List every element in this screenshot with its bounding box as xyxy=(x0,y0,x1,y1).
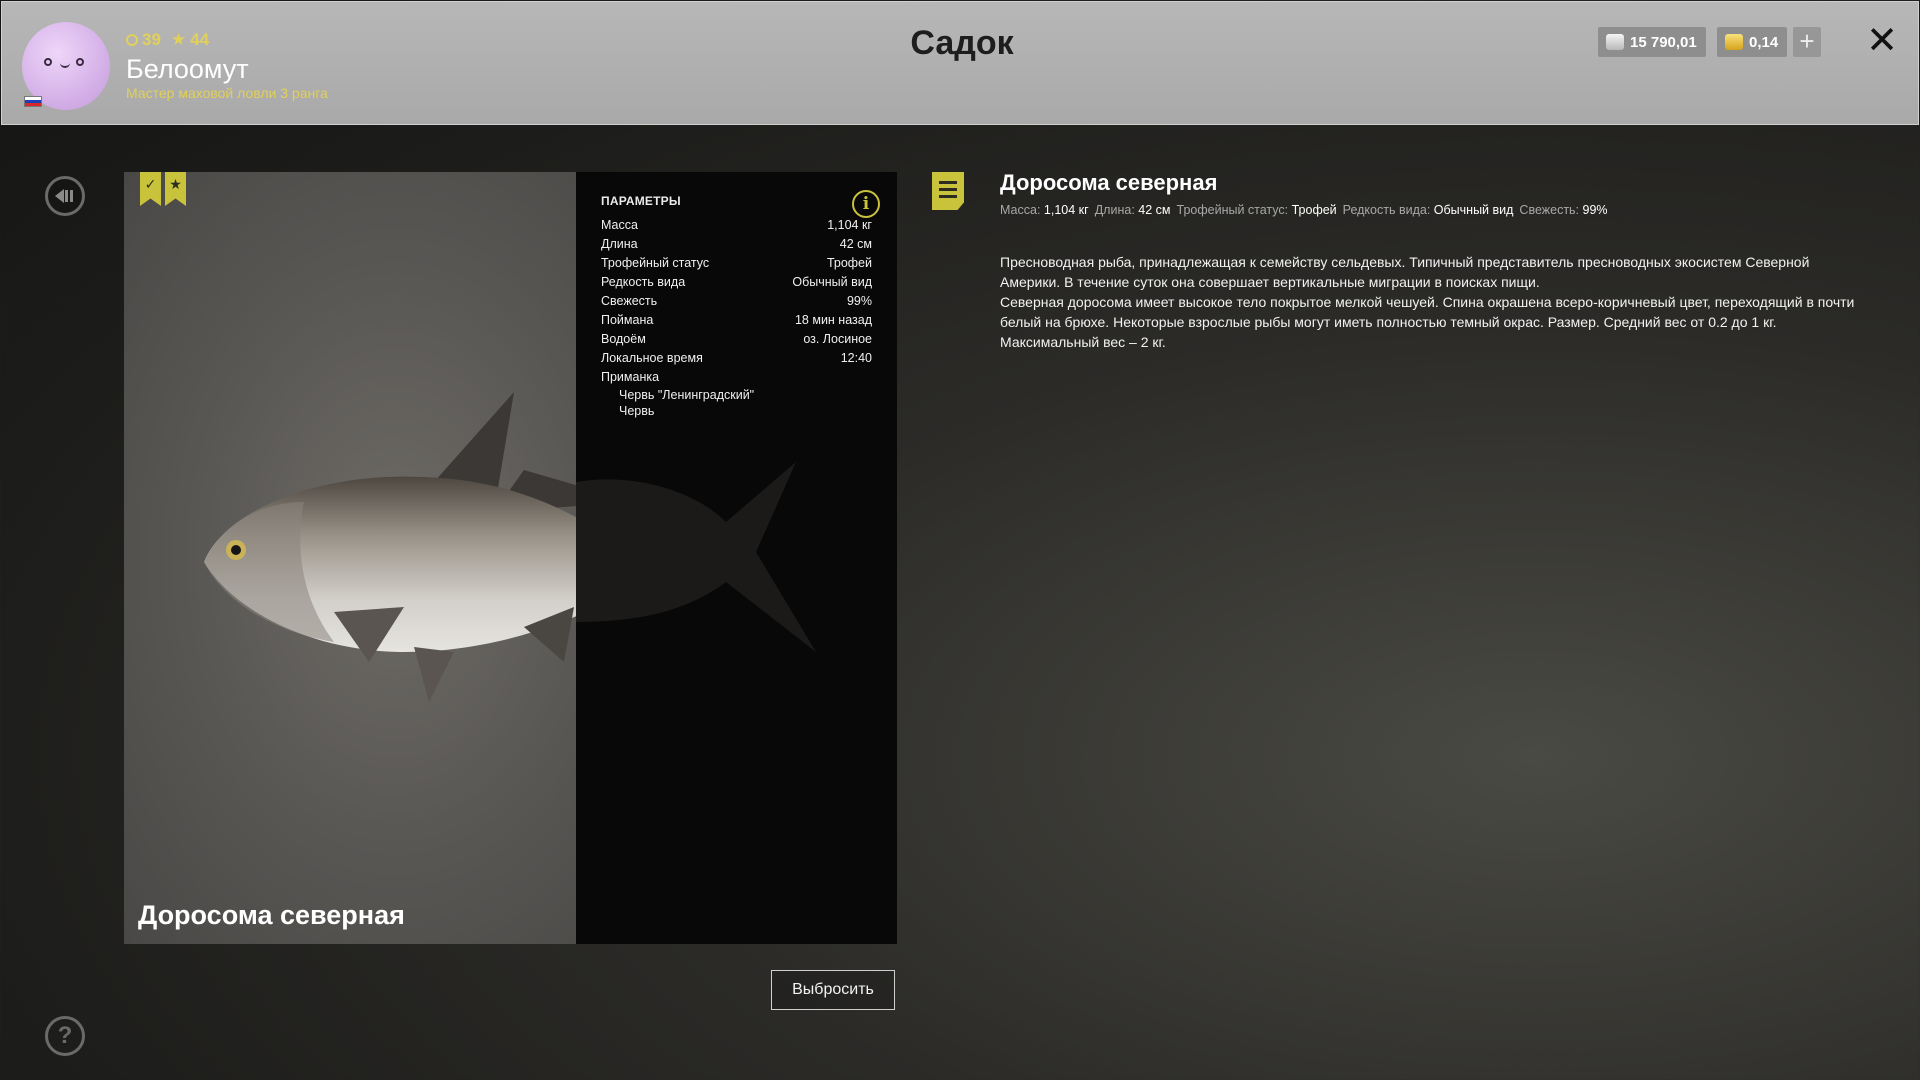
meta-item: Длина: 42 см xyxy=(1095,203,1171,217)
description-text: Пресноводная рыба, принадлежащая к семей… xyxy=(1000,252,1870,352)
back-arrow-icon xyxy=(55,189,73,203)
note-icon xyxy=(932,172,964,210)
param-value: 18 мин назад xyxy=(794,313,872,327)
param-value: 99% xyxy=(846,294,872,308)
back-button[interactable] xyxy=(45,176,85,216)
meta-item: Свежесть: 99% xyxy=(1519,203,1607,217)
meta-item: Масса: 1,104 кг xyxy=(1000,203,1089,217)
meta-item: Трофейный статус: Трофей xyxy=(1177,203,1337,217)
description-meta: Масса: 1,104 кг Длина: 42 см Трофейный ста… xyxy=(1000,203,1614,217)
meta-label: Свежесть: xyxy=(1519,203,1580,217)
param-value: Трофей xyxy=(826,256,872,270)
fish-image: ✓ ★ Доросома северная xyxy=(124,172,576,944)
param-label: Поймана xyxy=(601,313,654,327)
top-bar: 39 ★ 44 Белоомут Мастер маховой ловли 3 … xyxy=(1,1,1919,125)
param-row: Локальное время 12:40 xyxy=(601,349,872,368)
params-panel: ПАРАМЕТРЫ i Масса 1,104 кг Длина 42 см Трофе… xyxy=(576,172,897,944)
meta-value: Обычный вид xyxy=(1433,203,1514,217)
meta-value: 42 см xyxy=(1138,203,1171,217)
param-row: Водоём оз. Лосиное xyxy=(601,330,872,349)
param-label: Свежесть xyxy=(601,294,658,308)
discard-button[interactable]: Выбросить xyxy=(771,970,895,1010)
description-paragraph: Пресноводная рыба, принадлежащая к семей… xyxy=(1000,254,1810,290)
checkmark-badge-icon: ✓ xyxy=(140,172,161,206)
description-title: Доросома северная xyxy=(1000,170,1218,195)
bait-item: Червь xyxy=(619,404,655,418)
param-row: Масса 1,104 кг xyxy=(601,216,872,235)
param-label: Локальное время xyxy=(601,351,703,365)
param-value: оз. Лосиное xyxy=(803,332,872,346)
meta-value: 99% xyxy=(1582,203,1608,217)
param-value: Обычный вид xyxy=(792,275,872,289)
fish-card: ✓ ★ Доросома северная ПАРАМЕТРЫ i Масса 1… xyxy=(124,172,897,944)
player-title: Мастер маховой ловли 3 ранга xyxy=(126,85,328,101)
param-row: Свежесть 99% xyxy=(601,292,872,311)
info-icon[interactable]: i xyxy=(852,190,880,218)
fish-name: Доросома северная xyxy=(138,900,405,930)
silver-coin-icon xyxy=(1606,34,1624,50)
bait-label: Приманка xyxy=(601,370,660,384)
silver-balance[interactable]: 15 790,01 xyxy=(1598,27,1706,57)
description-paragraph: Северная доросома имеет высокое тело пок… xyxy=(1000,294,1855,350)
gold-balance[interactable]: 0,14 xyxy=(1717,27,1787,57)
help-button[interactable]: ? xyxy=(45,1016,85,1056)
meta-label: Трофейный статус: xyxy=(1176,203,1289,217)
add-currency-button[interactable]: + xyxy=(1793,27,1821,57)
params-title: ПАРАМЕТРЫ xyxy=(601,194,681,208)
meta-value: 1,104 кг xyxy=(1043,203,1089,217)
param-value: 12:40 xyxy=(840,351,872,365)
param-value: 1,104 кг xyxy=(827,218,872,232)
russia-flag-icon xyxy=(24,96,42,107)
star-badge-icon: ★ xyxy=(165,172,186,206)
param-row: Поймана 18 мин назад xyxy=(601,311,872,330)
fish-illustration xyxy=(204,392,576,702)
param-label: Водоём xyxy=(601,332,646,346)
badges: ✓ ★ xyxy=(140,172,186,206)
bait-list: Червь "Ленинградский" Червь xyxy=(601,387,872,419)
param-row: Трофейный статус Трофей xyxy=(601,254,872,273)
gold-coin-icon xyxy=(1725,34,1743,50)
param-value: 42 см xyxy=(839,237,872,251)
meta-item: Редкость вида: Обычный вид xyxy=(1343,203,1514,217)
close-button[interactable]: ✕ xyxy=(1864,22,1900,60)
param-label: Редкость вида xyxy=(601,275,686,289)
fish-tail-shadow xyxy=(576,462,816,652)
param-row: Редкость вида Обычный вид xyxy=(601,273,872,292)
meta-value: Трофей xyxy=(1291,203,1337,217)
meta-label: Длина: xyxy=(1094,203,1135,217)
param-row: Длина 42 см xyxy=(601,235,872,254)
param-label: Трофейный статус xyxy=(601,256,710,270)
gold-amount: 0,14 xyxy=(1749,33,1779,51)
meta-label: Масса: xyxy=(1000,203,1041,217)
param-label: Длина xyxy=(601,237,638,251)
param-list: Масса 1,104 кг Длина 42 см Трофейный статус Т… xyxy=(601,216,872,368)
meta-label: Редкость вида: xyxy=(1342,203,1431,217)
bait-item: Червь "Ленинградский" xyxy=(619,388,755,402)
param-label: Масса xyxy=(601,218,638,232)
silver-amount: 15 790,01 xyxy=(1630,33,1697,51)
